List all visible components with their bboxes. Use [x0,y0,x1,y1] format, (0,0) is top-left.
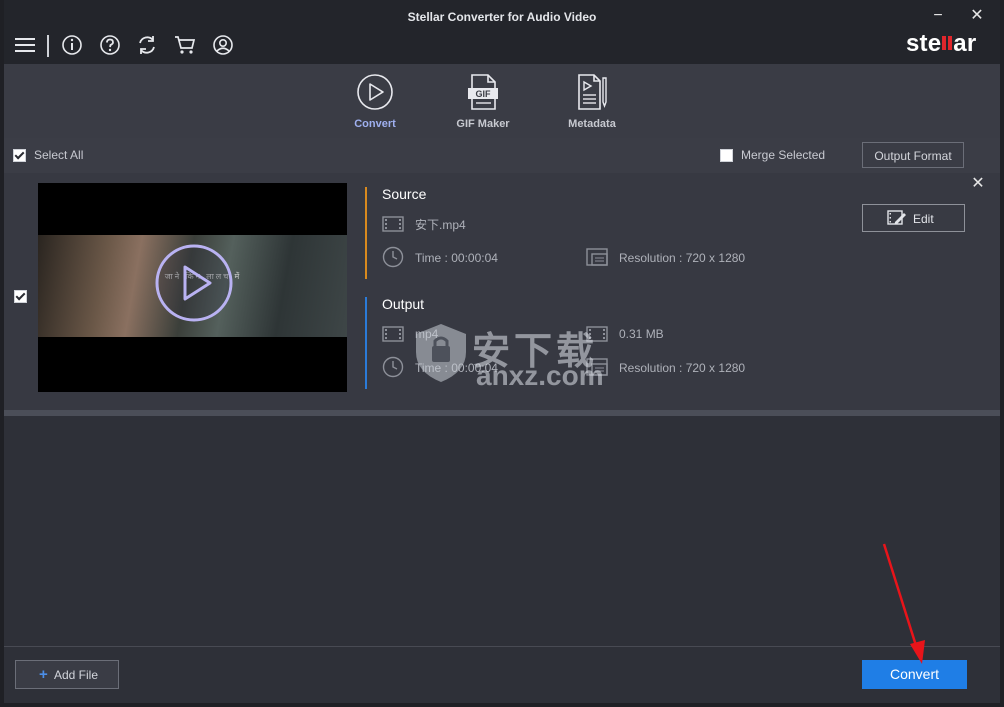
gif-file-icon: GIF [468,74,498,110]
source-title: Source [382,186,427,202]
convert-button[interactable]: Convert [862,660,967,689]
play-icon[interactable] [154,243,234,323]
tab-metadata-label: Metadata [568,118,616,130]
tab-gif-maker[interactable]: GIF GIF Maker [438,72,528,130]
resolution-icon [586,246,608,268]
title-bar: Stellar Converter for Audio Video − ✕ st… [4,0,1000,64]
tab-gif-maker-label: GIF Maker [456,118,510,130]
file-select-checkbox[interactable] [14,290,27,303]
mode-bar: Convert GIF GIF Maker Metadata [4,64,1000,138]
output-size: 0.31 MB [619,327,664,341]
annotation-arrow-icon [882,543,925,664]
refresh-icon[interactable] [136,34,158,56]
close-window-button[interactable]: ✕ [962,4,992,28]
plus-icon: + [39,666,48,683]
film-icon [382,323,404,345]
source-resolution: Resolution : 720 x 1280 [619,251,746,265]
select-all-checkbox[interactable] [13,149,26,162]
source-filename: 安下.mp4 [415,218,466,232]
tab-convert-label: Convert [354,118,396,130]
edit-button[interactable]: Edit [862,204,965,232]
tab-metadata[interactable]: Metadata [547,72,637,130]
play-circle-icon [357,74,393,110]
info-icon[interactable] [61,34,83,56]
source-accent-bar [365,187,367,279]
output-format[interactable]: mp4 [415,327,438,341]
help-icon[interactable] [99,34,121,56]
stellar-logo: ste ar [906,30,977,57]
cart-icon[interactable] [174,34,196,56]
minimize-button[interactable]: − [923,4,953,28]
source-time: Time : 00:00:04 [415,251,498,265]
file-size-icon [586,323,608,345]
merge-selected-label[interactable]: Merge Selected [741,148,825,162]
add-file-button[interactable]: + Add File [15,660,119,689]
resolution-icon [586,356,608,378]
output-format-button[interactable]: Output Format [862,142,964,168]
account-icon[interactable] [212,34,234,56]
window-title: Stellar Converter for Audio Video [407,10,597,24]
file-row: जाने किन लालच में ✕ Source 安下.mp4 Time :… [4,173,1000,412]
output-resolution: Resolution : 720 x 1280 [619,361,746,375]
merge-selected-checkbox[interactable] [720,149,733,162]
svg-text:GIF: GIF [476,89,492,99]
footer-divider [4,646,1000,647]
edit-video-icon [887,210,906,225]
video-thumbnail[interactable]: जाने किन लालच में [38,183,347,392]
app-window: Stellar Converter for Audio Video − ✕ st… [4,0,1000,703]
film-icon [382,213,404,235]
remove-file-button[interactable]: ✕ [968,174,988,194]
clock-icon [382,356,404,378]
tab-convert[interactable]: Convert [330,72,420,130]
select-all-label[interactable]: Select All [34,148,83,162]
toolbar-separator [47,35,49,57]
add-file-label: Add File [54,668,99,682]
clock-icon [382,246,404,268]
output-accent-bar [365,297,367,389]
output-title: Output [382,296,425,312]
output-time: Time : 00:00:04 [415,361,498,375]
selection-bar: Select All Merge Selected Output Format [4,138,1000,173]
edit-button-label: Edit [913,212,934,226]
metadata-file-icon [578,74,607,110]
menu-icon[interactable] [14,34,36,56]
file-row-divider [4,410,1000,416]
